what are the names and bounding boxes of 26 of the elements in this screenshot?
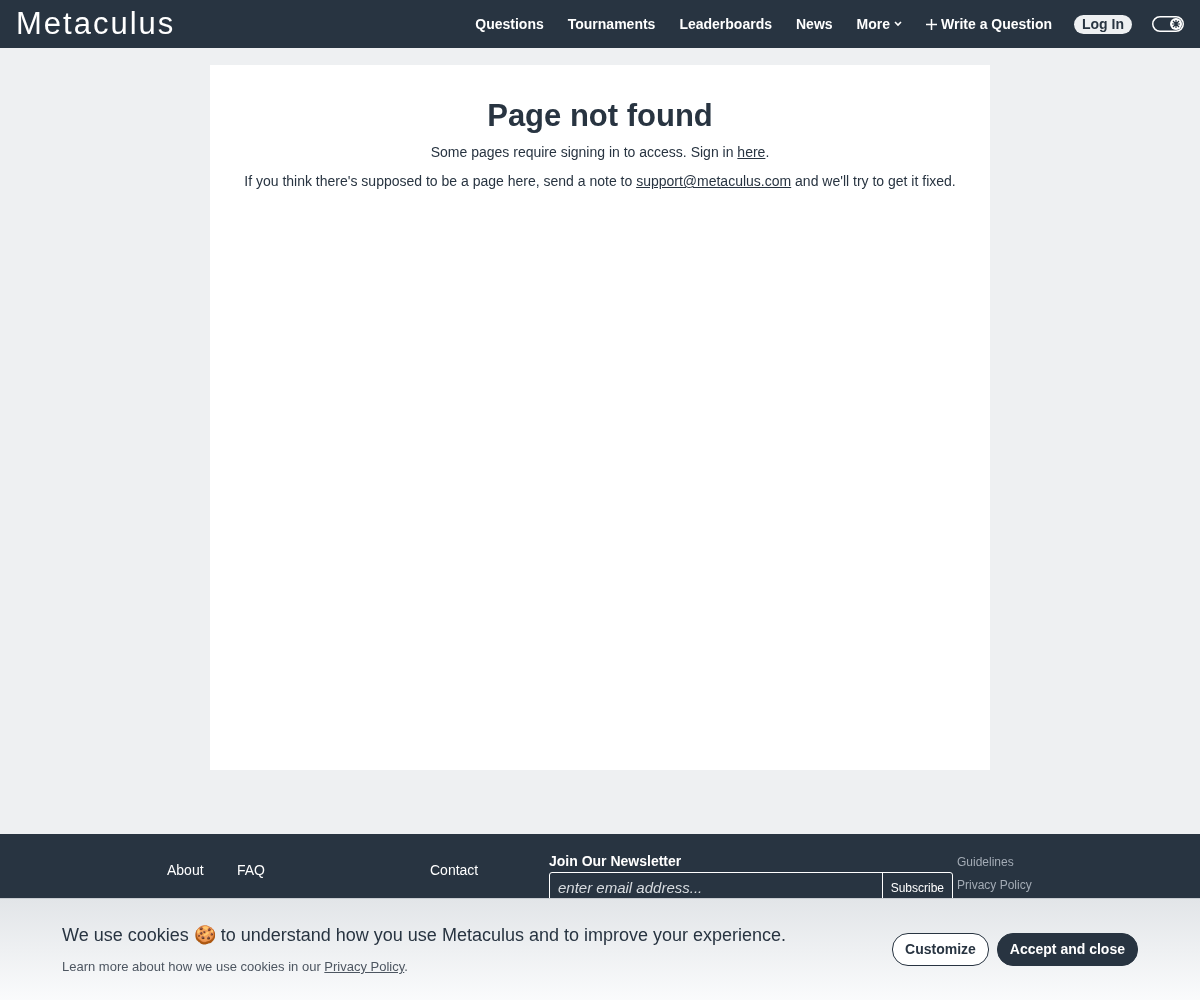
accept-button[interactable]: Accept and close xyxy=(996,933,1138,966)
nav-link[interactable]: Tournaments xyxy=(555,13,668,35)
footer-link[interactable]: Privacy Policy xyxy=(957,874,1032,897)
nav-link[interactable]: Leaderboards xyxy=(667,13,784,35)
text-link[interactable]: here xyxy=(737,144,766,161)
cookie-message: We use cookies 🍪 to understand how you use Metaculus and to improve your experience. xyxy=(62,924,788,948)
plus-icon xyxy=(926,18,937,30)
footer-link[interactable]: Guidelines xyxy=(957,851,1032,874)
nav-link[interactable]: Questions xyxy=(463,13,556,35)
footer-link[interactable]: Contact xyxy=(430,862,479,878)
cookie-note: Learn more about how we use cookies in our Privacy Policy. xyxy=(62,958,409,977)
site-logo[interactable]: Metaculus xyxy=(16,0,176,48)
more-menu[interactable]: More xyxy=(844,13,914,35)
message-text: If you think there's supposed to be a page here, send a note to support@metaculus.com and we'll try to get it fixed. xyxy=(243,172,957,192)
footer-link[interactable]: About xyxy=(167,862,204,878)
footer-link[interactable]: FAQ xyxy=(237,862,265,878)
chevron-down-icon xyxy=(894,21,902,27)
theme-toggle[interactable] xyxy=(1152,16,1184,32)
nav-link[interactable]: News xyxy=(784,13,845,35)
nav-link[interactable]: Write a Question xyxy=(914,13,1064,35)
login-button[interactable]: Log In xyxy=(1074,14,1132,34)
message-text: Some pages require signing in to access. Sign in here. xyxy=(429,143,771,163)
text-link[interactable]: support@metaculus.com xyxy=(636,173,792,190)
customize-button[interactable]: Customize xyxy=(892,933,989,966)
page-title: Page not found xyxy=(486,97,714,135)
newsletter-title: Join Our Newsletter xyxy=(549,852,683,871)
